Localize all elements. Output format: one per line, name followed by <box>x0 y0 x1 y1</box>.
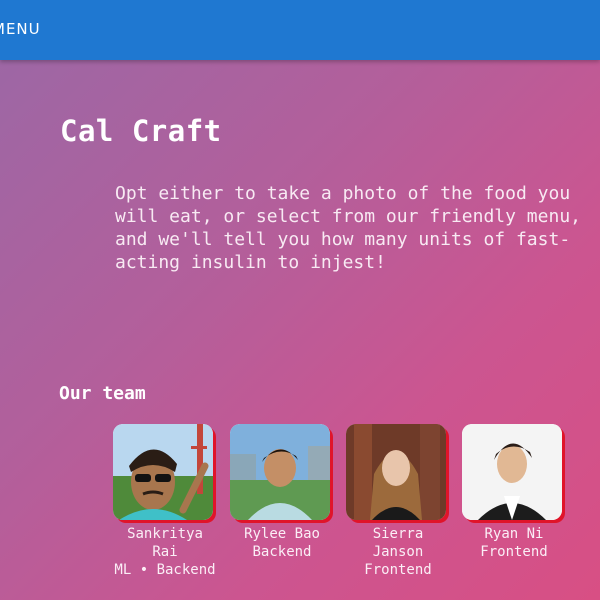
team-member-role: Frontend <box>364 562 432 578</box>
team-member-card: Rylee Bao Backend <box>230 424 334 561</box>
team-member-role: ML • Backend <box>114 562 216 578</box>
team-member-name: Rylee Bao <box>244 526 320 542</box>
team-member-name: Sierra Janson <box>372 526 424 560</box>
team-member-card: Sierra Janson Frontend <box>346 424 450 579</box>
team-member-name: Sankritya Rai <box>127 526 203 560</box>
team-member-photo <box>230 424 330 520</box>
team-member-photo <box>462 424 562 520</box>
team-member-role: Backend <box>252 544 312 560</box>
team-member-photo <box>113 424 213 520</box>
team-member-name: Ryan Ni <box>484 526 544 542</box>
menu-button[interactable]: MENU <box>0 20 41 38</box>
app-description: Opt either to take a photo of the food y… <box>115 183 581 273</box>
team-heading: Our team <box>59 383 146 404</box>
team-member-card: Ryan Ni Frontend <box>462 424 566 561</box>
team-member-photo <box>346 424 446 520</box>
team-member-role: Frontend <box>480 544 548 560</box>
top-navigation-bar: MENU <box>0 0 600 60</box>
page-title: Cal Craft <box>60 114 222 148</box>
team-member-card: Sankritya Rai ML • Backend <box>113 424 217 579</box>
